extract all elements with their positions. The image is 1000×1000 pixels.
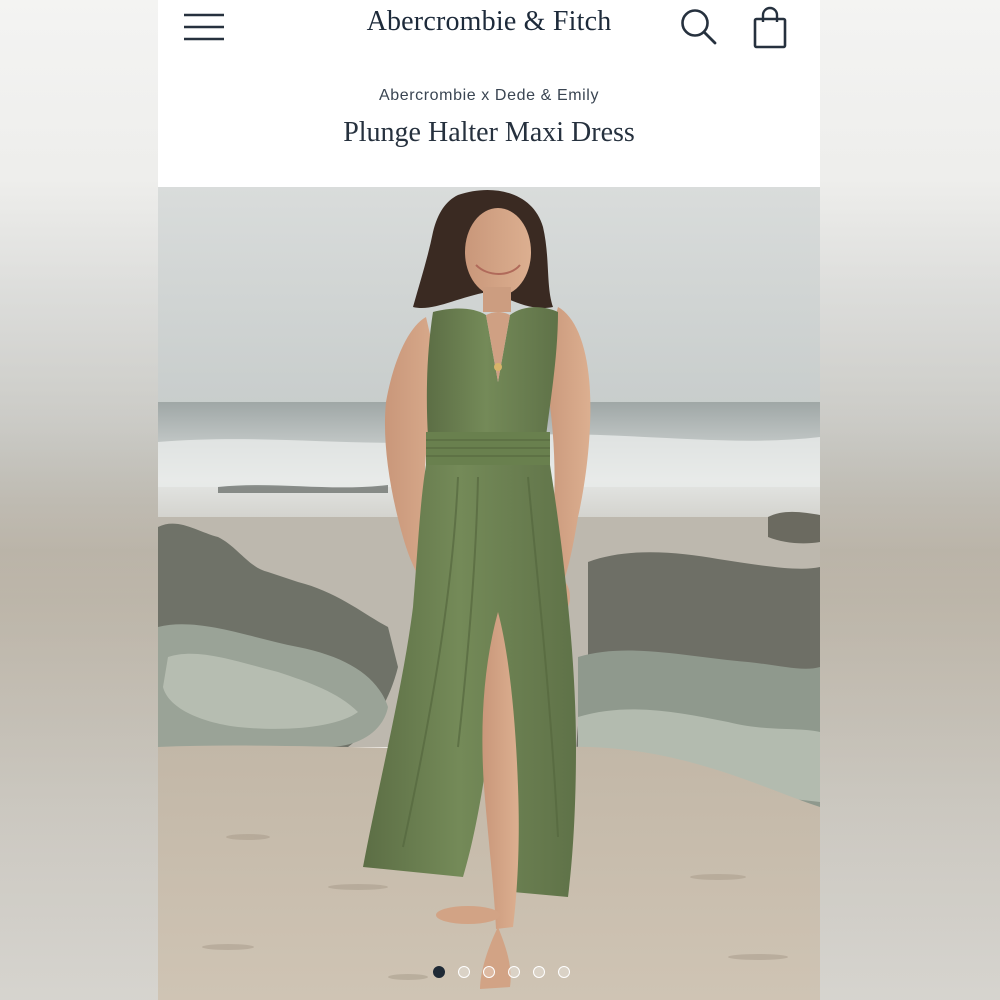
carousel-dot-4[interactable] — [507, 966, 520, 978]
brand-logo[interactable]: Abercrombie & Fitch — [158, 6, 820, 38]
carousel-pagination — [158, 966, 820, 980]
carousel-dot-3[interactable] — [482, 966, 495, 978]
collaboration-label: Abercrombie x Dede & Emily — [378, 87, 600, 104]
mobile-product-page: Abercrombie & Fitch Abercrombie x Dede &… — [158, 0, 820, 1000]
shopping-bag-icon[interactable] — [750, 6, 790, 50]
carousel-dot-5[interactable] — [532, 966, 545, 978]
left-blurred-background — [0, 0, 158, 1000]
product-image[interactable] — [158, 187, 820, 1000]
site-header: Abercrombie & Fitch — [158, 0, 820, 56]
search-icon[interactable] — [678, 6, 720, 48]
product-title: Plunge Halter Maxi Dress — [343, 117, 635, 148]
right-blurred-background — [820, 0, 1000, 1000]
carousel-dot-6[interactable] — [557, 966, 570, 978]
carousel-dot-1[interactable] — [432, 966, 445, 978]
carousel-dot-2[interactable] — [457, 966, 470, 978]
